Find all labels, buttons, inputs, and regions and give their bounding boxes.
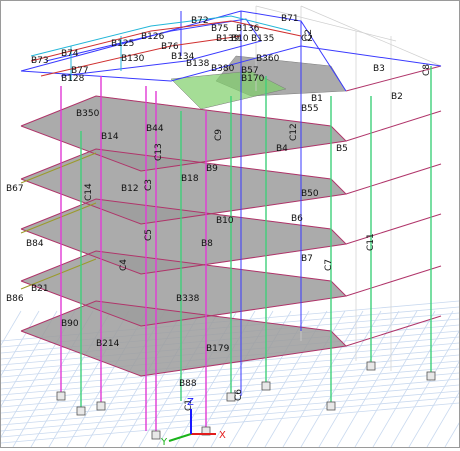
- frame-member-label: B7: [301, 254, 313, 264]
- column-label: C13: [154, 143, 164, 161]
- frame-member-label: B1: [311, 94, 323, 104]
- roof-member-label: B71: [281, 14, 299, 24]
- roof-member-label: B136: [236, 24, 260, 34]
- roof-member-label: B72: [191, 16, 209, 26]
- roof-member-label: B130: [121, 54, 145, 64]
- roof-member-label: B10: [231, 34, 249, 44]
- frame-member-label: B6: [291, 214, 303, 224]
- frame-member-label: B86: [6, 294, 24, 304]
- model-3d-viewport[interactable]: B72 B73 B126 B74 B125 B75 B76 B77 B130 B139 B134 B1…: [0, 0, 460, 448]
- column-label: C11: [366, 233, 376, 251]
- frame-member-label: B170: [241, 74, 265, 84]
- roof-member-label: B75: [211, 24, 229, 34]
- column-label: C4: [119, 259, 129, 271]
- column-label: C6: [234, 389, 244, 401]
- frame-member-label: B8: [201, 239, 213, 249]
- roof-member-label: B74: [61, 49, 79, 59]
- axis-x-label: X: [219, 430, 226, 441]
- column-label: C9: [214, 129, 224, 141]
- column-label: C5: [144, 229, 154, 241]
- frame-member-label: B4: [276, 144, 288, 154]
- roof-member-label: B76: [161, 42, 179, 52]
- frame-member-label: B179: [206, 344, 230, 354]
- frame-member-label: B214: [96, 339, 120, 349]
- column-label: C14: [84, 183, 94, 201]
- frame-member-label: B84: [26, 239, 44, 249]
- frame-member-label: B44: [146, 124, 164, 134]
- roof-member-label: B138: [186, 59, 210, 69]
- axis-z-label: Z: [187, 397, 194, 408]
- frame-member-label: B10: [216, 216, 234, 226]
- frame-member-label: B3: [373, 64, 385, 74]
- frame-member-label: B88: [179, 379, 197, 389]
- column-label: C12: [289, 123, 299, 141]
- roof-member-label: B73: [31, 56, 49, 66]
- column-label: C7: [324, 259, 334, 271]
- axis-y-label: Y: [160, 437, 168, 447]
- frame-member-label: B50: [301, 189, 319, 199]
- frame-member-label: B9: [206, 164, 218, 174]
- frame-member-label: B67: [6, 184, 24, 194]
- frame-member-label: B360: [256, 54, 280, 64]
- frame-member-label: B2: [391, 92, 403, 102]
- frame-member-label: B12: [121, 184, 139, 194]
- frame-member-label: B18: [181, 174, 199, 184]
- frame-member-label: B350: [76, 109, 100, 119]
- roof-member-label: B125: [111, 39, 134, 49]
- frame-member-label: B338: [176, 294, 200, 304]
- frame-member-label: B21: [31, 284, 49, 294]
- column-label: C2: [304, 29, 314, 41]
- roof-member-label: B126: [141, 32, 165, 42]
- structural-frame-model: B72B73B126B74B125B75B76B77B130B139B134B1…: [0, 5, 460, 448]
- frame-member-label: B14: [101, 132, 119, 142]
- column-label: C3: [144, 179, 154, 191]
- frame-member-label: B55: [301, 104, 319, 114]
- roof-member-label: B128: [61, 74, 85, 84]
- frame-member-label: B90: [61, 319, 79, 329]
- roof-member-label: B380: [211, 64, 235, 74]
- roof-member-label: B135: [251, 34, 274, 44]
- column-label: C8: [422, 64, 432, 76]
- frame-member-label: B5: [336, 144, 348, 154]
